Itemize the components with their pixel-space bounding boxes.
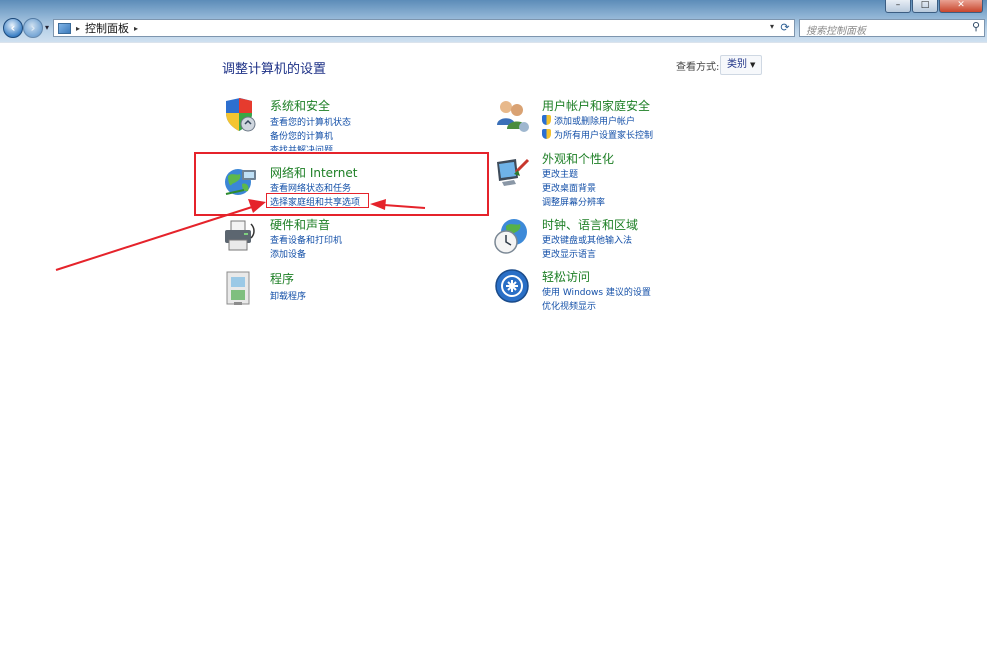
category-title[interactable]: 系统和安全 [270, 97, 330, 114]
address-bar[interactable]: ▸ 控制面板 ▸ ▾ [53, 19, 795, 37]
link-change-desktop-background[interactable]: 更改桌面背景 [542, 181, 596, 194]
close-button[interactable]: ✕ [939, 0, 983, 13]
address-row: ‹ › ▾ ▸ 控制面板 ▸ ▾ ⟳ 搜索控制面板 ⚲ [0, 16, 987, 40]
window-controls: – □ ✕ [885, 0, 983, 13]
category-programs: 程序 卸载程序 [222, 270, 472, 308]
category-hardware-sound: 硬件和声音 查看设备和打印机 添加设备 [222, 216, 472, 260]
address-dropdown-icon[interactable]: ▾ [770, 22, 774, 31]
breadcrumb-control-panel[interactable]: 控制面板 [85, 20, 129, 36]
category-title[interactable]: 程序 [270, 270, 294, 287]
forward-button[interactable]: › [23, 18, 43, 38]
minimize-button[interactable]: – [885, 0, 911, 13]
link-adjust-resolution[interactable]: 调整屏幕分辨率 [542, 195, 605, 208]
ease-of-access-icon [495, 269, 529, 303]
programs-icon [226, 271, 250, 305]
view-by-label: 查看方式: [676, 62, 720, 73]
annotation-link-highlight [266, 193, 369, 208]
category-title[interactable]: 外观和个性化 [542, 150, 614, 167]
link-change-display-language[interactable]: 更改显示语言 [542, 247, 596, 260]
category-title[interactable]: 时钟、语言和区域 [542, 216, 638, 233]
refresh-icon[interactable]: ⟳ [776, 20, 794, 36]
category-clock-language: 时钟、语言和区域 更改键盘或其他输入法 更改显示语言 [494, 216, 754, 260]
category-system-security: 系统和安全 查看您的计算机状态 备份您的计算机 查找并解决问题 [222, 97, 472, 153]
view-by-dropdown[interactable]: 类别 ▼ [720, 55, 763, 75]
divider [0, 42, 987, 43]
link-add-remove-user[interactable]: 添加或删除用户帐户 [542, 114, 635, 127]
printer-icon [225, 220, 255, 251]
link-optimize-video-display[interactable]: 优化视频显示 [542, 299, 596, 312]
uac-shield-icon [542, 115, 551, 125]
link-troubleshoot[interactable]: 查找并解决问题 [270, 143, 333, 151]
category-ease-of-access: 轻松访问 使用 Windows 建议的设置 优化视频显示 [494, 268, 754, 314]
page-title: 调整计算机的设置 [222, 62, 327, 77]
search-placeholder: 搜索控制面板 [806, 26, 866, 37]
maximize-button[interactable]: □ [912, 0, 938, 13]
search-input[interactable]: 搜索控制面板 ⚲ [799, 19, 985, 37]
link-windows-recommended-settings[interactable]: 使用 Windows 建议的设置 [542, 285, 651, 298]
clock-globe-icon [494, 219, 527, 254]
back-button[interactable]: ‹ [3, 18, 23, 38]
category-title[interactable]: 硬件和声音 [270, 216, 330, 233]
category-user-accounts: 用户帐户和家庭安全 添加或删除用户帐户 为所有用户设置家长控制 [494, 97, 754, 145]
link-backup-computer[interactable]: 备份您的计算机 [270, 129, 333, 142]
link-uninstall-program[interactable]: 卸载程序 [270, 289, 306, 302]
category-appearance: 外观和个性化 更改主题 更改桌面背景 调整屏幕分辨率 [494, 150, 744, 208]
breadcrumb-arrow-icon[interactable]: ▸ [76, 24, 80, 33]
category-title[interactable]: 用户帐户和家庭安全 [542, 97, 650, 114]
chevron-down-icon: ▼ [750, 61, 756, 69]
link-view-computer-status[interactable]: 查看您的计算机状态 [270, 115, 351, 128]
link-change-theme[interactable]: 更改主题 [542, 167, 578, 180]
category-title[interactable]: 轻松访问 [542, 268, 590, 285]
control-panel-icon [58, 22, 71, 34]
display-brush-icon [497, 158, 530, 186]
link-add-device[interactable]: 添加设备 [270, 247, 306, 260]
breadcrumb-arrow-icon[interactable]: ▸ [134, 24, 138, 33]
link-change-input-method[interactable]: 更改键盘或其他输入法 [542, 233, 632, 246]
recent-pages-chevron-icon[interactable]: ▾ [45, 23, 49, 32]
link-devices-printers[interactable]: 查看设备和打印机 [270, 233, 342, 246]
users-icon [497, 101, 529, 132]
shield-icon [226, 98, 256, 132]
uac-shield-icon [542, 129, 551, 139]
link-parental-controls[interactable]: 为所有用户设置家长控制 [542, 128, 653, 141]
view-by-value: 类别 [727, 59, 747, 70]
search-icon[interactable]: ⚲ [972, 20, 980, 33]
